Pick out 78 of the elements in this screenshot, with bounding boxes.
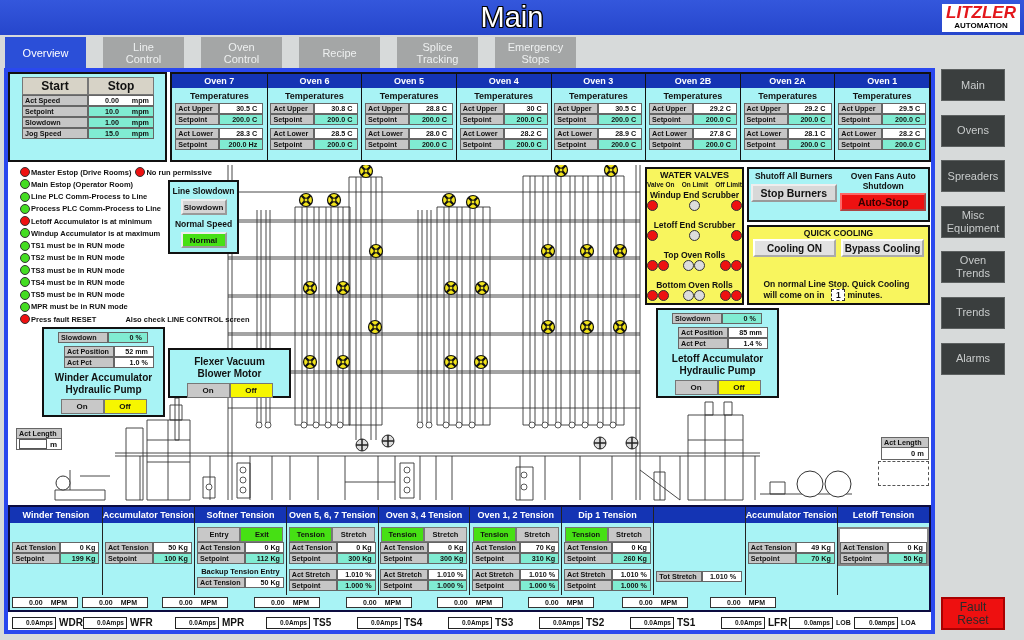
cooling-note: On normal Line Stop. Quick Cooling bbox=[763, 279, 910, 289]
column-header: Accumulator Tension bbox=[745, 507, 837, 523]
oven-header: Oven 4 bbox=[456, 74, 551, 88]
valve-group-label: Letoff End Scrubber bbox=[653, 220, 736, 230]
nav-button[interactable]: Oven Trends bbox=[941, 251, 1005, 284]
column-header: Accumulator Tension bbox=[102, 507, 195, 523]
column-header: Oven 1, 2 Tension bbox=[470, 507, 562, 523]
slowdown-button[interactable]: Slowdown bbox=[180, 199, 227, 215]
column-header: Letoff Tension bbox=[838, 507, 929, 523]
line-command-button[interactable]: Start bbox=[22, 77, 88, 95]
oven-header: Oven 1 bbox=[835, 74, 929, 88]
column-header: Oven 3, 4 Tension bbox=[378, 507, 470, 523]
section-heading: Temperatures bbox=[189, 91, 249, 102]
drive-label: TS1 bbox=[677, 617, 696, 628]
cooling-button[interactable]: Bypass Cooling bbox=[841, 239, 924, 257]
pump-toggle-button[interactable]: Off bbox=[103, 399, 147, 414]
column-header: Dip 1 Tension bbox=[562, 507, 653, 523]
section-heading: Temperatures bbox=[758, 91, 817, 102]
section-heading: Temperatures bbox=[568, 91, 628, 102]
oven-header: Oven 6 bbox=[267, 74, 362, 88]
nav-button[interactable]: Main bbox=[941, 69, 1005, 101]
valve-group-label: Top Oven Rolls bbox=[663, 250, 726, 260]
section-heading: Temperatures bbox=[474, 91, 534, 102]
panel-title: Line Slowdown bbox=[172, 186, 235, 197]
nav-button[interactable]: Trends bbox=[941, 296, 1005, 329]
panel-title: QUICK COOLING bbox=[803, 228, 874, 238]
column-header: Winder Tension bbox=[10, 507, 102, 523]
normal-speed-button[interactable]: Normal bbox=[180, 232, 227, 248]
empty-dashed-frame bbox=[878, 461, 929, 486]
panel-title: Flexer Vacuum Blower Motor bbox=[193, 356, 266, 380]
section-heading: Temperatures bbox=[852, 91, 912, 102]
valve-group-label: Bottom Oven Rolls bbox=[656, 280, 733, 290]
column-header: Softner Tension bbox=[195, 507, 286, 523]
column-header: Oven 5, 6, 7 Tension bbox=[286, 507, 378, 523]
burner-control-button[interactable]: Stop Burners bbox=[750, 183, 837, 202]
control-caption: Oven Fans Auto Shutdown bbox=[849, 172, 917, 191]
panel-subtitle: Normal Speed bbox=[174, 219, 233, 230]
oven-header: Oven 7 bbox=[172, 74, 267, 88]
oven-header: Oven 2B bbox=[646, 74, 740, 88]
logo-wordmark: LITZLER bbox=[946, 5, 1016, 21]
control-caption: Shutoff All Burners bbox=[753, 172, 834, 182]
section-heading: Temperatures bbox=[379, 91, 439, 102]
panel-title: WATER VALVES bbox=[660, 170, 729, 180]
drive-label: WFR bbox=[130, 617, 153, 628]
unit-label: m bbox=[50, 439, 58, 449]
drive-label: TS4 bbox=[404, 617, 423, 628]
cooling-button[interactable]: Cooling ON bbox=[753, 239, 836, 257]
unit-label: minutes. bbox=[847, 290, 883, 300]
section-heading: Temperatures bbox=[663, 91, 723, 102]
oven-header: Oven 2A bbox=[740, 74, 835, 88]
drive-label: TS5 bbox=[313, 617, 332, 628]
panel-title: Winder Accumulator Hydraulic Pump bbox=[53, 372, 154, 396]
panel-title: Letoff Accumulator Hydraulic Pump bbox=[670, 353, 765, 377]
line-command-button[interactable]: Stop bbox=[88, 77, 154, 95]
cooling-note: will come on in bbox=[763, 290, 825, 300]
drive-label: TS2 bbox=[586, 617, 605, 628]
oven-header: Oven 3 bbox=[551, 74, 646, 88]
drive-label: TS3 bbox=[495, 617, 514, 628]
nav-button[interactable]: Alarms bbox=[941, 342, 1005, 375]
section-heading: Temperatures bbox=[285, 91, 344, 102]
pump-toggle-button[interactable]: Off bbox=[717, 380, 761, 395]
valve-group-label: Windup End Scrubber bbox=[649, 190, 740, 200]
screen-title: Main bbox=[480, 1, 544, 34]
nav-button[interactable]: Spreaders bbox=[941, 160, 1005, 193]
oven-header: Oven 5 bbox=[362, 74, 456, 88]
pump-toggle-button[interactable]: On bbox=[60, 399, 104, 414]
logo-tagline: AUTOMATION bbox=[954, 21, 1008, 30]
nav-button[interactable]: Ovens bbox=[941, 114, 1005, 147]
drive-label: LFR bbox=[768, 617, 788, 628]
drive-label: WDR bbox=[59, 617, 83, 628]
pump-toggle-button[interactable]: On bbox=[674, 380, 718, 395]
drive-label: MPR bbox=[222, 617, 245, 628]
nav-button[interactable]: Misc Equipment bbox=[941, 205, 1005, 238]
blower-toggle-button[interactable]: Off bbox=[229, 383, 273, 398]
screen-tab[interactable]: Overview bbox=[5, 37, 86, 68]
blower-toggle-button[interactable]: On bbox=[186, 383, 230, 398]
delay-field[interactable]: 1 bbox=[831, 289, 846, 301]
burner-control-button[interactable]: Auto-Stop bbox=[840, 193, 927, 211]
